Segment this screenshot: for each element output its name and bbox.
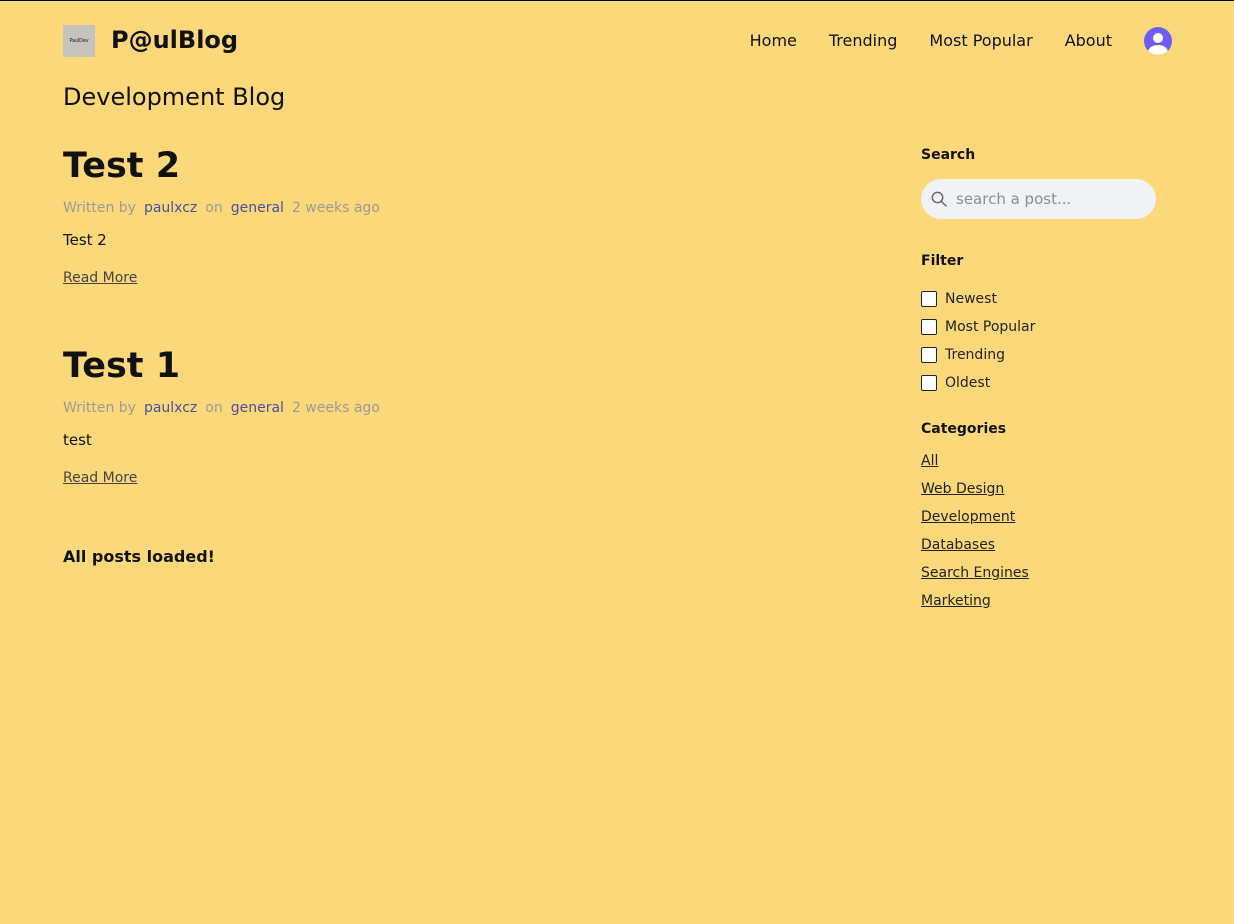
user-avatar-icon[interactable] <box>1144 27 1172 55</box>
post-excerpt: Test 2 <box>63 231 107 249</box>
written-by-label: Written by <box>63 200 136 216</box>
post-title[interactable]: Test 2 <box>63 146 823 186</box>
all-posts-loaded-message: All posts loaded! <box>63 547 215 566</box>
filter-label: Trending <box>945 347 1005 363</box>
post-time: 2 weeks ago <box>291 200 380 216</box>
brand-name[interactable]: P@ulBlog <box>111 26 238 54</box>
filter-label: Most Popular <box>945 319 1036 335</box>
post-meta: Written by paulxcz on general 2 weeks ag… <box>63 200 823 216</box>
post-item: Test 1 Written by paulxcz on general 2 w… <box>63 346 823 546</box>
nav-trending[interactable]: Trending <box>829 31 898 50</box>
post-category-link[interactable]: general <box>231 400 284 416</box>
nav-most-popular[interactable]: Most Popular <box>929 31 1032 50</box>
nav-home[interactable]: Home <box>750 31 797 50</box>
filter-label: Newest <box>945 291 997 307</box>
post-meta: Written by paulxcz on general 2 weeks ag… <box>63 400 823 416</box>
filter-most-popular-checkbox[interactable] <box>921 319 937 335</box>
post-title[interactable]: Test 1 <box>63 346 823 386</box>
page-title: Development Blog <box>63 83 286 111</box>
nav-about[interactable]: About <box>1065 31 1112 50</box>
search-heading: Search <box>921 147 976 163</box>
post-excerpt: test <box>63 431 92 449</box>
category-list: All Web Design Development Databases Sea… <box>921 453 1161 621</box>
post-author-link[interactable]: paulxcz <box>144 400 197 416</box>
read-more-link[interactable]: Read More <box>63 270 137 286</box>
post-item: Test 2 Written by paulxcz on general 2 w… <box>63 146 823 346</box>
categories-heading: Categories <box>921 421 1007 437</box>
filter-list: Newest Most Popular Trending Oldest <box>921 285 1161 397</box>
logo[interactable]: PaulDev <box>63 25 95 57</box>
category-web-design[interactable]: Web Design <box>921 481 1161 509</box>
site-header: PaulDev P@ulBlog Home Trending Most Popu… <box>63 25 1172 59</box>
category-marketing[interactable]: Marketing <box>921 593 1161 621</box>
post-author-link[interactable]: paulxcz <box>144 200 197 216</box>
post-time: 2 weeks ago <box>291 400 380 416</box>
filter-label: Oldest <box>945 375 991 391</box>
on-label: on <box>205 400 223 416</box>
search-icon <box>931 191 947 207</box>
sidebar: Search Filter Newest Most Popular Trendi… <box>921 147 1161 621</box>
category-all[interactable]: All <box>921 453 1161 481</box>
category-databases[interactable]: Databases <box>921 537 1161 565</box>
on-label: on <box>205 200 223 216</box>
filter-newest[interactable]: Newest <box>921 285 1161 313</box>
post-category-link[interactable]: general <box>231 200 284 216</box>
filter-trending-checkbox[interactable] <box>921 347 937 363</box>
filter-oldest[interactable]: Oldest <box>921 369 1161 397</box>
filter-newest-checkbox[interactable] <box>921 291 937 307</box>
filter-most-popular[interactable]: Most Popular <box>921 313 1161 341</box>
search-box[interactable] <box>921 179 1156 219</box>
filter-trending[interactable]: Trending <box>921 341 1161 369</box>
filter-oldest-checkbox[interactable] <box>921 375 937 391</box>
category-development[interactable]: Development <box>921 509 1161 537</box>
post-list: Test 2 Written by paulxcz on general 2 w… <box>63 146 823 546</box>
category-search-engines[interactable]: Search Engines <box>921 565 1161 593</box>
main-nav: Home Trending Most Popular About <box>750 31 1112 50</box>
read-more-link[interactable]: Read More <box>63 470 137 486</box>
written-by-label: Written by <box>63 400 136 416</box>
filter-heading: Filter <box>921 253 964 269</box>
logo-text: PaulDev <box>69 38 89 44</box>
search-input[interactable] <box>956 179 1146 219</box>
